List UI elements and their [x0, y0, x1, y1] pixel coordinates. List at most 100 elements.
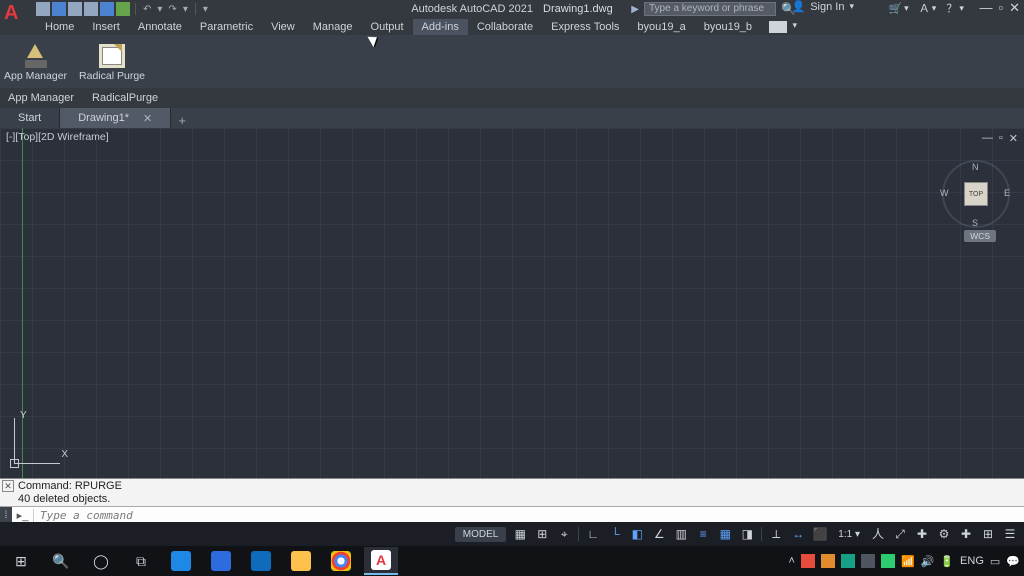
- ribbon-panel-title[interactable]: RadicalPurge: [90, 92, 160, 104]
- status-toggle-icon[interactable]: ↔: [790, 526, 806, 542]
- status-toggle-icon[interactable]: ⬛: [812, 526, 828, 542]
- drawing-canvas[interactable]: [0, 128, 1024, 478]
- tab-drawing1[interactable]: Drawing1* ✕: [60, 108, 171, 128]
- qat-new-icon[interactable]: [36, 2, 50, 16]
- tray-chevron-icon[interactable]: ˄: [789, 555, 795, 567]
- tray-app-icon[interactable]: [801, 554, 815, 568]
- cortana-icon[interactable]: ◯: [84, 547, 118, 575]
- ribbon-tab-byou19-b[interactable]: byou19_b: [695, 19, 761, 35]
- status-toggle-icon[interactable]: ≡: [695, 526, 711, 542]
- qat-share-icon[interactable]: [100, 2, 114, 16]
- status-toggle-icon[interactable]: ▥: [673, 526, 689, 542]
- status-toggle-icon[interactable]: ◨: [739, 526, 755, 542]
- status-toggle-icon[interactable]: ⚙: [936, 526, 952, 542]
- viewcube[interactable]: TOP N E S W: [946, 164, 1006, 224]
- window-close-button[interactable]: ✕: [1009, 0, 1020, 16]
- ribbon-tab-express-tools[interactable]: Express Tools: [542, 19, 628, 35]
- tray-battery-icon[interactable]: 🔋: [940, 555, 954, 568]
- viewcube-n[interactable]: N: [972, 162, 979, 172]
- tray-app-icon[interactable]: [841, 554, 855, 568]
- viewcube-w[interactable]: W: [940, 188, 949, 198]
- status-toggle-icon[interactable]: ▦: [717, 526, 733, 542]
- viewcube-e[interactable]: E: [1004, 188, 1010, 198]
- ribbon-tab-byou19-a[interactable]: byou19_a: [628, 19, 694, 35]
- taskbar-store[interactable]: [204, 547, 238, 575]
- ribbon-tab-insert[interactable]: Insert: [83, 19, 129, 35]
- status-toggle-icon[interactable]: ∠: [651, 526, 667, 542]
- tray-network-icon[interactable]: 📶: [901, 555, 915, 568]
- tray-app-icon[interactable]: [881, 554, 895, 568]
- tab-start[interactable]: Start: [0, 108, 60, 128]
- ribbon-tab-add-ins[interactable]: Add-ins: [413, 19, 468, 35]
- ribbon-tab-manage[interactable]: Manage: [304, 19, 362, 35]
- viewcube-face[interactable]: TOP: [964, 182, 988, 206]
- qat-save-icon[interactable]: [68, 2, 82, 16]
- autodesk-account-icon[interactable]: Ａ▾: [919, 0, 937, 16]
- qat-plot-icon[interactable]: [116, 2, 130, 16]
- start-button[interactable]: ⊞: [4, 547, 38, 575]
- taskbar-edge[interactable]: [164, 547, 198, 575]
- tray-onedrive-icon[interactable]: [861, 554, 875, 568]
- command-window[interactable]: ✕ Command: RPURGE 40 deleted objects.: [0, 478, 1024, 506]
- command-input[interactable]: Type a command: [34, 509, 1024, 522]
- status-toggle-icon[interactable]: ∟: [585, 526, 601, 542]
- system-tray[interactable]: ˄ 📶 🔊 🔋 ENG ▭ 💬: [789, 554, 1021, 568]
- taskbar-mail[interactable]: [244, 547, 278, 575]
- qat-undo-icon[interactable]: ↶: [141, 4, 153, 15]
- ribbon-tab-view[interactable]: View: [262, 19, 304, 35]
- taskbar-autocad[interactable]: A: [364, 547, 398, 575]
- chevron-down-icon[interactable]: ▾: [181, 4, 190, 15]
- signin-button[interactable]: 👤 Sign In ▾: [792, 0, 854, 13]
- ribbon-tab-home[interactable]: Home: [36, 19, 83, 35]
- status-toggle-icon[interactable]: ⟂: [768, 526, 784, 542]
- wcs-badge[interactable]: WCS: [964, 230, 996, 242]
- app-store-icon[interactable]: 🛒▾: [888, 2, 908, 15]
- task-view-icon[interactable]: ⧉: [124, 547, 158, 575]
- app-manager-button[interactable]: App Manager: [4, 44, 67, 82]
- viewport-minimize-button[interactable]: —: [982, 132, 993, 145]
- help-icon[interactable]: ？▾: [946, 0, 964, 16]
- ribbon-extra-dropdown[interactable]: [769, 21, 787, 33]
- status-scale[interactable]: 1:1 ▾: [834, 529, 864, 540]
- new-tab-button[interactable]: +: [171, 113, 193, 128]
- status-toggle-icon[interactable]: ⤢: [892, 526, 908, 542]
- ribbon-panel-title[interactable]: App Manager: [6, 92, 76, 104]
- status-toggle-icon[interactable]: ☰: [1002, 526, 1018, 542]
- taskbar-search-icon[interactable]: 🔍: [44, 547, 78, 575]
- window-restore-button[interactable]: ▫: [998, 0, 1003, 16]
- status-toggle-icon[interactable]: ▦: [512, 526, 528, 542]
- chevron-down-icon[interactable]: ▾: [155, 4, 164, 15]
- ribbon-tab-parametric[interactable]: Parametric: [191, 19, 262, 35]
- ribbon-tab-collaborate[interactable]: Collaborate: [468, 19, 542, 35]
- qat-open-icon[interactable]: [52, 2, 66, 16]
- search-start-icon[interactable]: ▶: [631, 4, 639, 15]
- ucs-icon[interactable]: Y X: [8, 412, 66, 470]
- taskbar-chrome[interactable]: [324, 547, 358, 575]
- command-prompt-icon[interactable]: ▸_: [12, 509, 34, 522]
- taskbar-explorer[interactable]: [284, 547, 318, 575]
- tray-language[interactable]: ENG: [960, 555, 984, 567]
- status-model-button[interactable]: MODEL: [455, 527, 507, 542]
- status-toggle-icon[interactable]: 人: [870, 526, 886, 542]
- close-icon[interactable]: ✕: [143, 112, 152, 125]
- viewcube-s[interactable]: S: [972, 218, 978, 228]
- tray-ime-icon[interactable]: ▭: [990, 555, 1000, 568]
- chevron-down-icon[interactable]: ▾: [849, 1, 854, 12]
- tray-action-center-icon[interactable]: 💬: [1006, 555, 1020, 568]
- ribbon-tab-output[interactable]: Output: [362, 19, 413, 35]
- help-search-input[interactable]: Type a keyword or phrase: [644, 2, 776, 16]
- status-toggle-icon[interactable]: ⊞: [980, 526, 996, 542]
- command-close-button[interactable]: ✕: [2, 480, 14, 492]
- viewport-close-button[interactable]: ✕: [1009, 132, 1018, 145]
- status-toggle-icon[interactable]: ◧: [629, 526, 645, 542]
- status-toggle-icon[interactable]: └: [607, 526, 623, 542]
- radical-purge-button[interactable]: Radical Purge: [79, 44, 145, 82]
- ribbon-tab-annotate[interactable]: Annotate: [129, 19, 191, 35]
- window-minimize-button[interactable]: —: [979, 0, 992, 16]
- status-toggle-icon[interactable]: ✚: [914, 526, 930, 542]
- tray-volume-icon[interactable]: 🔊: [921, 555, 935, 568]
- status-toggle-icon[interactable]: ⌖: [556, 526, 572, 542]
- app-logo[interactable]: A: [4, 2, 26, 24]
- status-toggle-icon[interactable]: ⊞: [534, 526, 550, 542]
- viewport-controls[interactable]: [-][Top][2D Wireframe]: [6, 131, 109, 143]
